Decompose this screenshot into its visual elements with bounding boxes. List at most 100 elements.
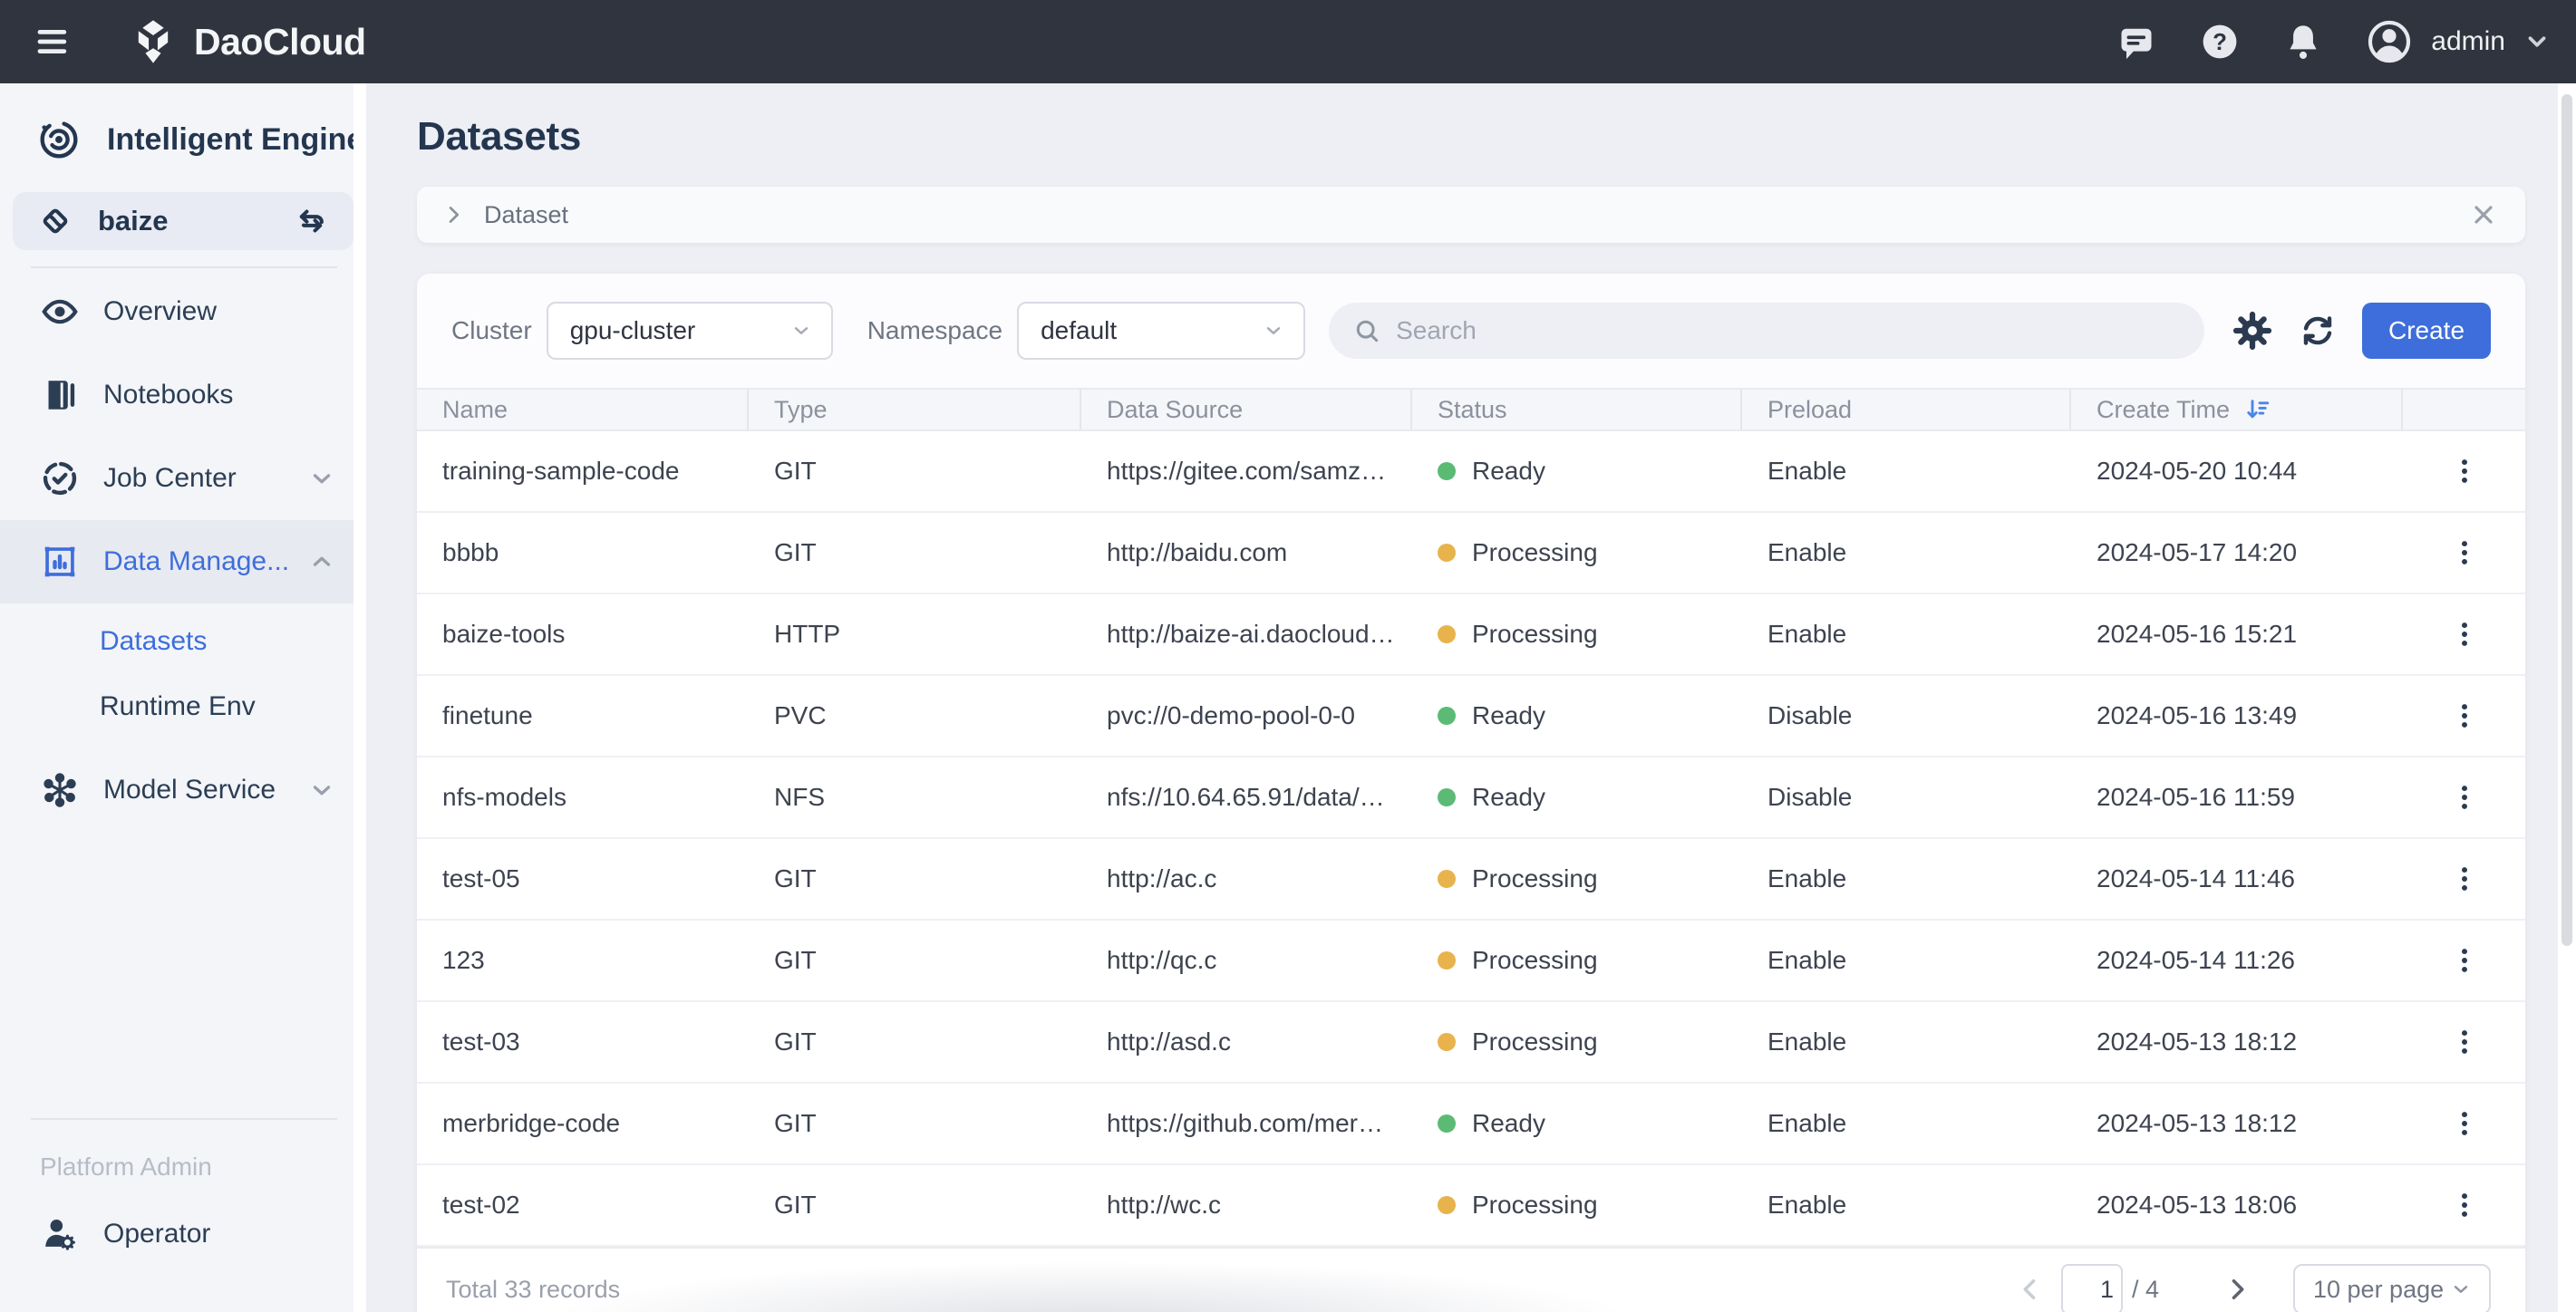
column-header-data-source[interactable]: Data Source (1081, 390, 1412, 429)
model-service-icon (40, 770, 80, 810)
cell-preload: Enable (1742, 513, 2071, 593)
brand-logo[interactable]: DaoCloud (129, 17, 366, 66)
sidebar-item-datasets[interactable]: Datasets (0, 609, 366, 674)
column-header-type[interactable]: Type (749, 390, 1081, 429)
cell-create-time: 2024-05-20 10:44 (2071, 431, 2403, 511)
per-page-select[interactable]: 10 per page (2293, 1264, 2491, 1312)
table-row[interactable]: nfs-modelsNFSnfs://10.64.65.91/data/ndx.… (417, 757, 2525, 839)
sidebar-scrollbar[interactable] (353, 83, 366, 1312)
table-row[interactable]: baize-toolsHTTPhttp://baize-ai.daocloud.… (417, 594, 2525, 676)
create-button[interactable]: Create (2362, 303, 2491, 359)
sidebar-item-operator[interactable]: Operator (0, 1192, 366, 1276)
cell-status: Processing (1412, 1002, 1742, 1082)
column-header-status[interactable]: Status (1412, 390, 1742, 429)
filters-bar: Cluster gpu-cluster Namespace default (417, 274, 2525, 388)
row-actions-kebab-icon[interactable] (2403, 757, 2525, 837)
row-actions-kebab-icon[interactable] (2403, 1165, 2525, 1245)
table-row[interactable]: test-05GIThttp://ac.cProcessingEnable202… (417, 839, 2525, 921)
status-dot (1438, 951, 1456, 970)
cell-preload: Enable (1742, 1165, 2071, 1245)
row-actions-kebab-icon[interactable] (2403, 594, 2525, 674)
settings-gear-icon[interactable] (2232, 310, 2273, 352)
operator-icon (40, 1214, 80, 1254)
column-header-preload[interactable]: Preload (1742, 390, 2071, 429)
row-actions-kebab-icon[interactable] (2403, 1002, 2525, 1082)
workspace-selector[interactable]: baize (13, 192, 353, 250)
cell-data-source: nfs://10.64.65.91/data/ndx... (1081, 757, 1412, 837)
table-row[interactable]: merbridge-codeGIThttps://github.com/merb… (417, 1084, 2525, 1165)
table-row[interactable]: finetunePVCpvc://0-demo-pool-0-0ReadyDis… (417, 676, 2525, 757)
table-row[interactable]: test-02GIThttp://wc.cProcessingEnable202… (417, 1165, 2525, 1247)
row-actions-kebab-icon[interactable] (2403, 921, 2525, 1000)
row-actions-kebab-icon[interactable] (2403, 676, 2525, 756)
job-center-icon (40, 458, 80, 498)
chevron-up-icon (308, 548, 335, 575)
sidebar-item-model-service[interactable]: Model Service (0, 748, 366, 832)
chevron-right-icon[interactable] (441, 202, 466, 227)
user-menu[interactable]: admin (2366, 18, 2551, 65)
cell-status: Ready (1412, 676, 1742, 756)
chevron-down-icon (308, 465, 335, 492)
cell-type: GIT (749, 1084, 1081, 1163)
next-page-icon[interactable] (2219, 1271, 2255, 1307)
sidebar-item-data-management[interactable]: Data Manage... (0, 520, 366, 603)
cell-name: finetune (417, 676, 749, 756)
cell-preload: Enable (1742, 1002, 2071, 1082)
cell-name: training-sample-code (417, 431, 749, 511)
scrollbar-thumb[interactable] (2561, 94, 2572, 946)
table-row[interactable]: training-sample-codeGIThttps://gitee.com… (417, 431, 2525, 513)
status-dot (1438, 1033, 1456, 1051)
table-footer: Total 33 records / 4 10 per page (417, 1247, 2525, 1312)
namespace-select[interactable]: default (1017, 302, 1305, 360)
row-actions-kebab-icon[interactable] (2403, 431, 2525, 511)
notifications-bell-icon[interactable] (2282, 21, 2324, 63)
table-row[interactable]: bbbbGIThttp://baidu.comProcessingEnable2… (417, 513, 2525, 594)
row-actions-kebab-icon[interactable] (2403, 839, 2525, 919)
daocloud-logo-icon (129, 17, 178, 66)
cell-name: baize-tools (417, 594, 749, 674)
column-header-name[interactable]: Name (417, 390, 749, 429)
close-icon[interactable] (2469, 200, 2498, 229)
vertical-scrollbar[interactable] (2558, 83, 2576, 1312)
cell-status: Processing (1412, 839, 1742, 919)
refresh-icon[interactable] (2297, 310, 2339, 352)
cluster-select[interactable]: gpu-cluster (547, 302, 833, 360)
menu-toggle-icon[interactable] (33, 20, 76, 63)
row-actions-kebab-icon[interactable] (2403, 1084, 2525, 1163)
chevron-down-icon (1262, 319, 1285, 342)
column-header-create-time[interactable]: Create Time (2071, 390, 2403, 429)
breadcrumb-bar: Dataset (417, 187, 2525, 243)
username: admin (2431, 26, 2505, 57)
cell-preload: Enable (1742, 839, 2071, 919)
chevron-down-icon (308, 777, 335, 804)
chevron-down-icon (2449, 1278, 2473, 1301)
cell-data-source: http://baidu.com (1081, 513, 1412, 593)
search-box[interactable] (1329, 303, 2204, 359)
sidebar-bottom: Platform Admin Operator (0, 1102, 366, 1276)
cell-type: GIT (749, 1002, 1081, 1082)
table-row[interactable]: 123GIThttp://qc.cProcessingEnable2024-05… (417, 921, 2525, 1002)
search-input[interactable] (1396, 316, 2181, 345)
messages-icon[interactable] (2116, 21, 2157, 63)
svg-text:?: ? (2213, 30, 2227, 55)
status-dot (1438, 788, 1456, 806)
cell-create-time: 2024-05-13 18:06 (2071, 1165, 2403, 1245)
sidebar-item-overview[interactable]: Overview (0, 270, 366, 353)
status-dot (1438, 462, 1456, 480)
sidebar-item-job-center[interactable]: Job Center (0, 437, 366, 520)
cell-type: NFS (749, 757, 1081, 837)
sidebar-item-notebooks[interactable]: Notebooks (0, 353, 366, 437)
cell-status: Processing (1412, 1165, 1742, 1245)
switch-workspace-icon[interactable] (292, 202, 330, 240)
cell-type: GIT (749, 921, 1081, 1000)
row-actions-kebab-icon[interactable] (2403, 513, 2525, 593)
previous-page-icon[interactable] (2012, 1271, 2048, 1307)
sort-descending-icon[interactable] (2244, 396, 2271, 423)
cell-status: Ready (1412, 431, 1742, 511)
page-number-input[interactable] (2061, 1264, 2123, 1312)
brand-name: DaoCloud (194, 21, 366, 63)
help-icon[interactable]: ? (2199, 21, 2241, 63)
sidebar-item-runtime-env[interactable]: Runtime Env (0, 674, 366, 739)
chevron-down-icon (789, 319, 813, 342)
table-row[interactable]: test-03GIThttp://asd.cProcessingEnable20… (417, 1002, 2525, 1084)
